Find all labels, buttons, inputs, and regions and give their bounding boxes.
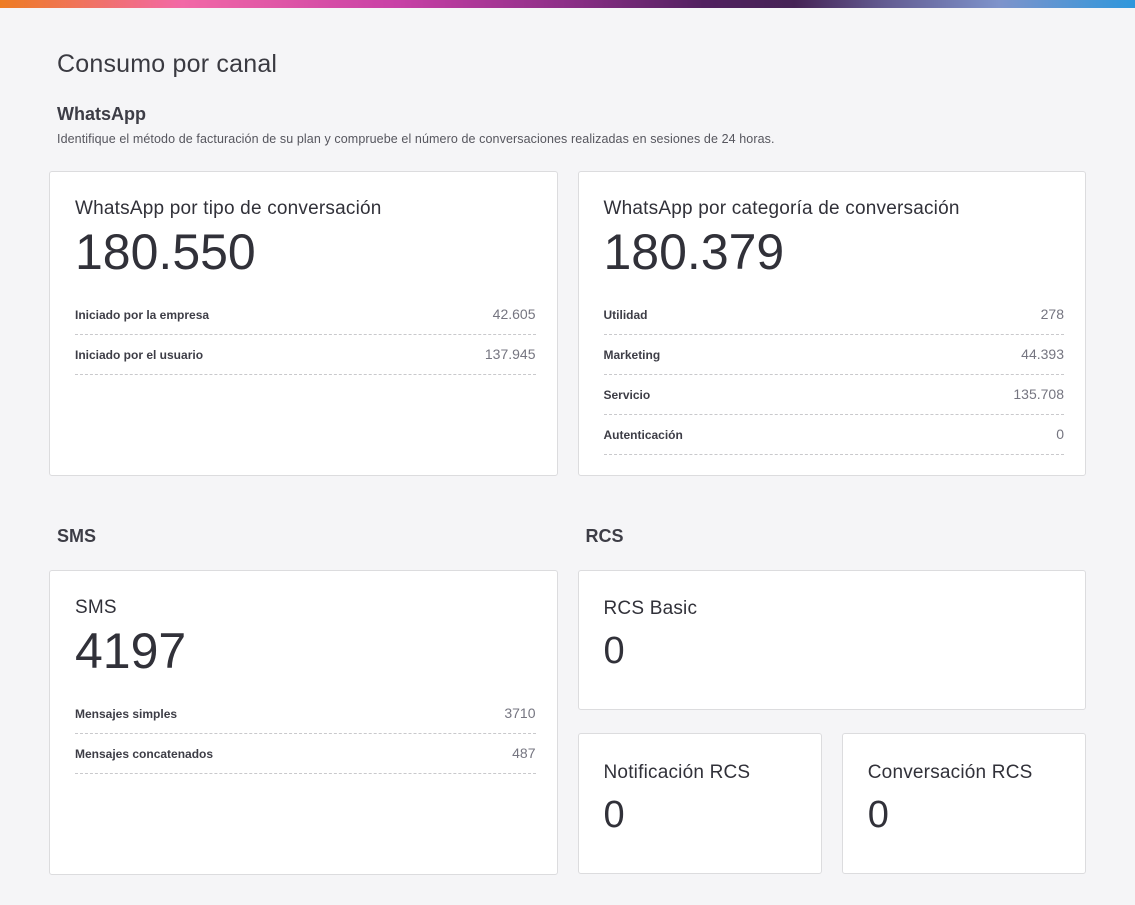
rcs-basic-total: 0	[603, 630, 625, 672]
stat-value: 278	[1040, 305, 1064, 322]
card-title: WhatsApp por categoría de conversación	[603, 198, 960, 219]
whatsapp-type-card: WhatsApp por tipo de conversación 180.55…	[49, 171, 558, 476]
sms-section-heading: SMS	[57, 526, 97, 546]
stat-row-authentication: Autenticación 0	[603, 415, 1064, 455]
stat-rows: Mensajes simples 3710 Mensajes concatena…	[75, 694, 536, 774]
stat-label: Servicio	[603, 387, 651, 402]
stat-value: 0	[1056, 425, 1064, 442]
card-title: Notificación RCS	[603, 762, 751, 783]
sms-total: 4197	[75, 623, 187, 679]
card-title: WhatsApp por tipo de conversación	[75, 198, 382, 219]
stat-row-marketing: Marketing 44.393	[603, 335, 1064, 375]
stat-rows: Utilidad 278 Marketing 44.393 Servicio 1…	[603, 295, 1064, 455]
page-title: Consumo por canal	[57, 50, 278, 78]
stat-value: 3710	[504, 704, 536, 721]
stat-value: 137.945	[484, 345, 536, 362]
stat-label: Marketing	[603, 347, 661, 362]
rcs-notification-card: Notificación RCS 0	[577, 733, 822, 874]
stat-label: Iniciado por la empresa	[75, 307, 210, 322]
card-title: RCS Basic	[603, 598, 698, 619]
stat-label: Autenticación	[603, 427, 683, 442]
whatsapp-cards-row: WhatsApp por tipo de conversación 180.55…	[49, 171, 1086, 476]
rcs-section: RCS RCS Basic 0 Notificación RCS 0 Conve…	[577, 526, 1086, 875]
card-title: SMS	[75, 597, 117, 618]
card-title: Conversación RCS	[867, 762, 1033, 783]
rcs-section-heading: RCS	[585, 526, 624, 546]
brand-gradient-bar	[0, 0, 1135, 8]
stat-row-service: Servicio 135.708	[603, 375, 1064, 415]
sms-card: SMS 4197 Mensajes simples 3710 Mensajes …	[49, 570, 558, 875]
stat-row-concatenated-messages: Mensajes concatenados 487	[75, 734, 536, 774]
stat-row-user-initiated: Iniciado por el usuario 137.945	[75, 335, 536, 375]
stat-row-utility: Utilidad 278	[603, 295, 1064, 335]
stat-label: Iniciado por el usuario	[75, 347, 204, 362]
rcs-basic-card: RCS Basic 0	[577, 570, 1086, 710]
sms-rcs-sections: SMS SMS 4197 Mensajes simples 3710 Mensa…	[49, 526, 1086, 875]
whatsapp-section-heading: WhatsApp	[57, 104, 146, 124]
sms-section: SMS SMS 4197 Mensajes simples 3710 Mensa…	[49, 526, 558, 875]
stat-value: 44.393	[1021, 345, 1064, 362]
rcs-mini-cards-row: Notificación RCS 0 Conversación RCS 0	[577, 733, 1086, 874]
stat-value: 135.708	[1013, 385, 1064, 402]
whatsapp-category-total: 180.379	[603, 224, 785, 280]
stat-label: Mensajes simples	[75, 706, 178, 721]
stat-label: Utilidad	[603, 307, 648, 322]
stat-value: 42.605	[492, 305, 536, 322]
consumption-page: Consumo por canal WhatsApp Identifique e…	[0, 50, 1135, 875]
stat-value: 487	[512, 744, 536, 761]
stat-rows: Iniciado por la empresa 42.605 Iniciado …	[75, 295, 536, 375]
whatsapp-section-description: Identifique el método de facturación de …	[57, 132, 775, 146]
stat-row-simple-messages: Mensajes simples 3710	[75, 694, 536, 734]
stat-row-business-initiated: Iniciado por la empresa 42.605	[75, 295, 536, 335]
stat-label: Mensajes concatenados	[75, 746, 214, 761]
rcs-notification-total: 0	[603, 794, 625, 836]
whatsapp-type-total: 180.550	[75, 224, 256, 280]
rcs-conversation-card: Conversación RCS 0	[841, 733, 1086, 874]
whatsapp-section: WhatsApp Identifique el método de factur…	[49, 104, 1086, 476]
rcs-conversation-total: 0	[867, 794, 889, 836]
whatsapp-category-card: WhatsApp por categoría de conversación 1…	[577, 171, 1086, 476]
